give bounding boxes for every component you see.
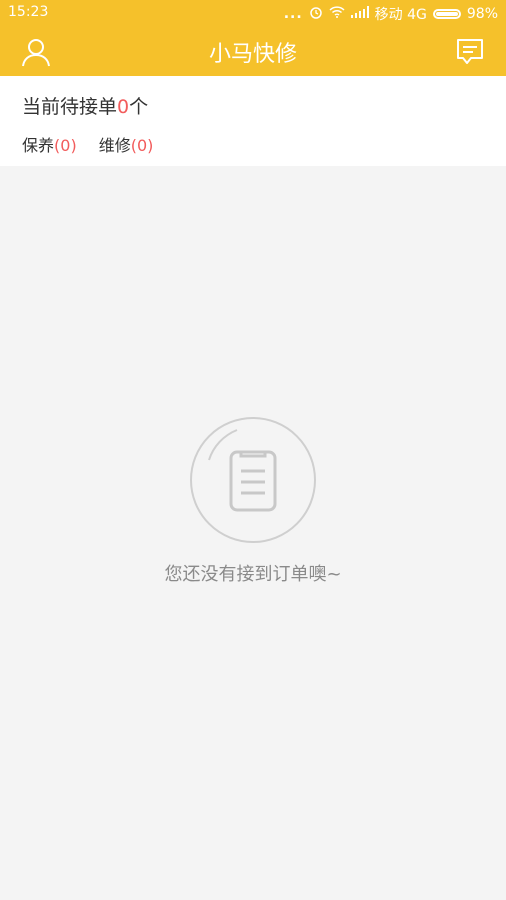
maintenance-count: (0) bbox=[54, 136, 77, 155]
order-summary: 当前待接单0个 保养(0) 维修(0) bbox=[0, 76, 506, 166]
status-bar: 15:23 ... 移动 4G 98% bbox=[0, 0, 506, 26]
repair-label: 维修 bbox=[98, 136, 131, 155]
empty-state: 您还没有接到订单噢~ bbox=[0, 416, 506, 586]
empty-message: 您还没有接到订单噢~ bbox=[164, 564, 342, 585]
carrier-label: 移动 4G bbox=[374, 7, 427, 23]
message-icon[interactable] bbox=[454, 36, 486, 68]
battery-percent: 98% bbox=[466, 6, 498, 22]
more-dots: ... bbox=[283, 6, 303, 22]
status-right: ... 移动 4G 98% bbox=[284, 4, 498, 24]
battery-fill bbox=[435, 12, 458, 16]
signal-icon bbox=[350, 6, 369, 22]
page-title: 小马快修 bbox=[208, 42, 297, 67]
wifi-icon bbox=[329, 6, 345, 22]
pending-prefix: 当前待接单 bbox=[22, 96, 118, 118]
top-bar: 15:23 ... 移动 4G 98% 小马快修 bbox=[0, 0, 506, 76]
pending-count: 0 bbox=[117, 96, 130, 118]
repair-filter[interactable]: 维修(0) bbox=[99, 132, 154, 156]
repair-count: (0) bbox=[130, 136, 154, 155]
maintenance-filter[interactable]: 保养(0) bbox=[22, 132, 77, 156]
clipboard-icon bbox=[189, 416, 317, 544]
status-time: 15:23 bbox=[8, 4, 49, 20]
nav-bar: 小马快修 bbox=[0, 26, 506, 76]
maintenance-label: 保养 bbox=[22, 136, 55, 155]
order-type-counts: 保养(0) 维修(0) bbox=[22, 132, 153, 156]
pending-orders: 当前待接单0个 bbox=[22, 92, 148, 119]
battery-icon bbox=[432, 9, 461, 19]
pending-suffix: 个 bbox=[129, 96, 149, 118]
alarm-icon bbox=[309, 5, 323, 23]
